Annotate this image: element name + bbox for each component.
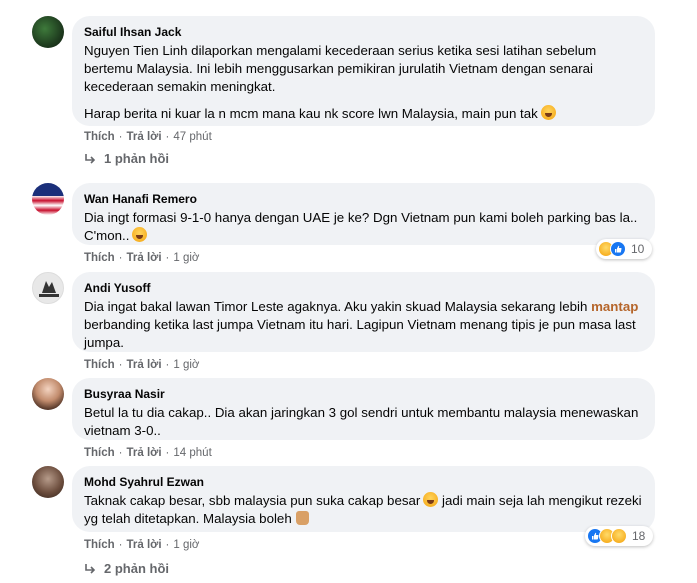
comment-paragraph-text: Harap berita ni kuar la n mcm mana kau n… xyxy=(84,106,538,121)
separator: · xyxy=(165,131,170,143)
like-button[interactable]: Thích xyxy=(84,539,115,551)
separator: · xyxy=(118,447,123,459)
reply-button[interactable]: Trả lời xyxy=(127,359,162,371)
separator: · xyxy=(118,359,123,371)
avatar[interactable] xyxy=(32,183,64,215)
separator: · xyxy=(165,252,170,264)
separator: · xyxy=(165,539,170,551)
like-button[interactable]: Thích xyxy=(84,131,115,143)
reply-arrow-icon xyxy=(85,153,96,164)
comment-author[interactable]: Andi Yusoff xyxy=(84,280,643,296)
separator: · xyxy=(118,131,123,143)
comment-actions: Thích · Trả lời · 14 phút xyxy=(84,446,212,460)
comment-text-part: berbanding ketika last jumpa Vietnam itu… xyxy=(84,317,636,350)
reply-button[interactable]: Trả lời xyxy=(127,539,162,551)
avatar[interactable] xyxy=(32,466,64,498)
comment-text: Taknak cakap besar, sbb malaysia pun suk… xyxy=(84,492,643,528)
thumbs-up-emoji-icon xyxy=(295,511,309,525)
avatar[interactable] xyxy=(32,272,64,304)
avatar[interactable] xyxy=(32,378,64,410)
like-button[interactable]: Thích xyxy=(84,447,115,459)
comment-bubble: Saiful Ihsan Jack Nguyen Tien Linh dilap… xyxy=(72,16,655,126)
avatar[interactable] xyxy=(32,16,64,48)
like-button[interactable]: Thích xyxy=(84,359,115,371)
separator: · xyxy=(118,252,123,264)
comment-bubble: Wan Hanafi Remero Dia ingt formasi 9-1-0… xyxy=(72,183,655,245)
comment-text-part: Dia ingat bakal lawan Timor Leste agakny… xyxy=(84,299,588,314)
view-replies-button[interactable]: 1 phản hồi xyxy=(84,151,169,166)
reactions-summary[interactable]: 10 xyxy=(596,239,652,259)
like-reaction-icon xyxy=(610,241,626,257)
comment-text: Nguyen Tien Linh dilaporkan mengalami ke… xyxy=(84,42,643,123)
separator: · xyxy=(118,539,123,551)
comment-text-content: Dia ingt formasi 9-1-0 hanya dengan UAE … xyxy=(84,210,638,243)
highlighted-keyword[interactable]: mantap xyxy=(591,299,638,314)
comment-bubble: Busyraa Nasir Betul la tu dia cakap.. Di… xyxy=(72,378,655,440)
comment-bubble: Mohd Syahrul Ezwan Taknak cakap besar, s… xyxy=(72,466,655,532)
comment-timestamp[interactable]: 47 phút xyxy=(173,131,211,143)
separator: · xyxy=(165,359,170,371)
comment-author[interactable]: Wan Hanafi Remero xyxy=(84,191,643,207)
comment-timestamp[interactable]: 14 phút xyxy=(173,447,211,459)
wow-reaction-icon xyxy=(611,528,627,544)
comment-timestamp[interactable]: 1 giờ xyxy=(173,359,199,371)
laughing-emoji-icon xyxy=(132,227,148,242)
comment-paragraph: Harap berita ni kuar la n mcm mana kau n… xyxy=(84,105,643,123)
reply-button[interactable]: Trả lời xyxy=(127,447,162,459)
comment-text: Dia ingat bakal lawan Timor Leste agakny… xyxy=(84,298,643,352)
reply-arrow-icon xyxy=(85,563,96,574)
avatar-logo xyxy=(39,281,59,297)
comment-actions: Thích · Trả lời · 1 giờ xyxy=(84,358,199,372)
comment-timestamp[interactable]: 1 giờ xyxy=(173,252,199,264)
like-button[interactable]: Thích xyxy=(84,252,115,264)
comment-author[interactable]: Saiful Ihsan Jack xyxy=(84,24,643,40)
comment-text-part: Taknak cakap besar, sbb malaysia pun suk… xyxy=(84,493,421,508)
comment-actions: Thích · Trả lời · 1 giờ xyxy=(84,538,199,552)
laughing-emoji-icon xyxy=(540,105,556,120)
comment-actions: Thích · Trả lời · 1 giờ xyxy=(84,251,199,265)
comment-author[interactable]: Busyraa Nasir xyxy=(84,386,643,402)
laughing-emoji-icon xyxy=(423,492,439,507)
view-replies-button[interactable]: 2 phản hồi xyxy=(84,561,169,576)
reactions-summary[interactable]: 18 xyxy=(585,526,653,546)
comment-author[interactable]: Mohd Syahrul Ezwan xyxy=(84,474,643,490)
reply-button[interactable]: Trả lời xyxy=(127,252,162,264)
separator: · xyxy=(165,447,170,459)
comment-timestamp[interactable]: 1 giờ xyxy=(173,539,199,551)
comment-text: Dia ingt formasi 9-1-0 hanya dengan UAE … xyxy=(84,209,643,245)
comment-bubble: Andi Yusoff Dia ingat bakal lawan Timor … xyxy=(72,272,655,352)
reaction-count: 18 xyxy=(632,529,646,543)
comment-text: Betul la tu dia cakap.. Dia akan jaringk… xyxy=(84,405,639,438)
replies-count: 1 phản hồi xyxy=(104,151,169,166)
comment-actions: Thích · Trả lời · 47 phút xyxy=(84,130,212,144)
reply-button[interactable]: Trả lời xyxy=(127,131,162,143)
replies-count: 2 phản hồi xyxy=(104,561,169,576)
reaction-count: 10 xyxy=(631,242,645,256)
comment-paragraph: Nguyen Tien Linh dilaporkan mengalami ke… xyxy=(84,43,597,94)
